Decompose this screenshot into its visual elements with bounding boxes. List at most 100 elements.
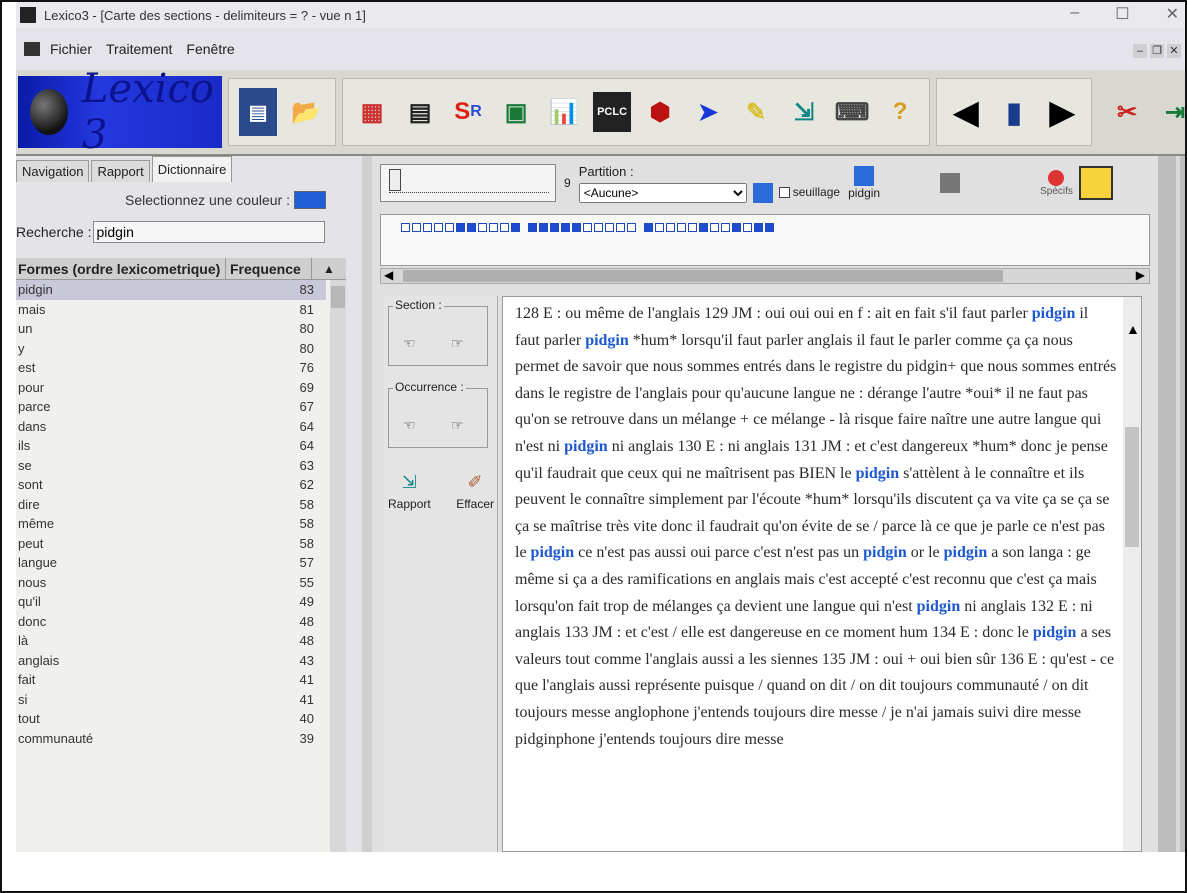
table-row[interactable]: pour 69 <box>16 378 326 398</box>
minimize-button[interactable]: – <box>1070 4 1079 24</box>
segments-icon[interactable]: SR <box>449 88 487 136</box>
highlighted-term[interactable]: pidgin <box>917 598 961 615</box>
close-button[interactable]: ✕ <box>1166 4 1179 24</box>
seuillage-checkbox[interactable] <box>778 186 790 198</box>
table-row[interactable]: donc 48 <box>16 612 326 632</box>
section-prev-icon[interactable]: ☜ <box>403 335 416 352</box>
scroll-right-icon[interactable]: ▶ <box>1136 268 1145 282</box>
tools-icon[interactable]: ✂ <box>1108 88 1146 136</box>
specifs-button[interactable]: Spécifs <box>1040 169 1073 197</box>
document-menu-icon[interactable] <box>24 42 40 56</box>
table-row[interactable]: peut 58 <box>16 534 326 554</box>
highlighted-term[interactable]: pidgin <box>1033 624 1077 641</box>
sections-map-icon[interactable]: ▦ <box>353 88 391 136</box>
text-scrollbar[interactable]: ▲ <box>1123 297 1141 851</box>
highlighted-term[interactable]: pidgin <box>863 544 907 561</box>
map-horizontal-scrollbar[interactable]: ◀ ▶ <box>380 268 1150 284</box>
section-square[interactable] <box>710 223 719 232</box>
section-square[interactable] <box>732 223 741 232</box>
rapport-button[interactable]: ⇲ Rapport <box>388 472 431 511</box>
mdi-close-button[interactable]: ✕ <box>1167 44 1181 58</box>
column-forms[interactable]: Formes (ordre lexicometrique) <box>16 258 226 279</box>
table-row[interactable]: qu'il 49 <box>16 592 326 612</box>
table-row[interactable]: dans 64 <box>16 417 326 437</box>
section-square[interactable] <box>401 223 410 232</box>
section-square[interactable] <box>500 223 509 232</box>
highlighted-term[interactable]: pidgin <box>585 332 629 349</box>
pclc-icon[interactable]: PCLC <box>593 92 632 132</box>
table-row[interactable]: tout 40 <box>16 709 326 729</box>
color-swatch[interactable] <box>294 191 326 209</box>
note-icon[interactable]: ✎ <box>737 88 775 136</box>
maximize-button[interactable]: ☐ <box>1115 4 1129 24</box>
clip-icon[interactable]: ⌨ <box>833 88 871 136</box>
mdi-minimize-button[interactable]: – <box>1133 44 1147 58</box>
section-square[interactable] <box>478 223 487 232</box>
section-square[interactable] <box>677 223 686 232</box>
scroll-up-icon[interactable]: ▲ <box>312 258 346 279</box>
table-row[interactable]: là 48 <box>16 631 326 651</box>
chart-icon[interactable]: 📊 <box>545 88 583 136</box>
calendar-icon[interactable]: ▤ <box>401 88 439 136</box>
mdi-restore-button[interactable]: ❐ <box>1150 44 1164 58</box>
section-square[interactable] <box>434 223 443 232</box>
granularity-slider[interactable] <box>380 164 556 202</box>
cube-icon[interactable]: ⬢ <box>641 88 679 136</box>
section-square[interactable] <box>754 223 763 232</box>
table-row[interactable]: pidgin 83 <box>16 280 326 300</box>
section-square[interactable] <box>644 223 653 232</box>
tab-navigation[interactable]: Navigation <box>16 160 90 182</box>
table-row[interactable]: si 41 <box>16 690 326 710</box>
section-square[interactable] <box>539 223 548 232</box>
table-row[interactable]: mais 81 <box>16 300 326 320</box>
section-square[interactable] <box>528 223 537 232</box>
section-square[interactable] <box>616 223 625 232</box>
highlighted-term[interactable]: pidgin <box>564 438 608 455</box>
table-row[interactable]: sont 62 <box>16 475 326 495</box>
pidgin-color[interactable] <box>854 166 875 186</box>
table-scrollbar[interactable] <box>330 280 346 852</box>
scroll-left-icon[interactable]: ◀ <box>384 268 393 282</box>
section-square[interactable] <box>721 223 730 232</box>
section-square[interactable] <box>583 223 592 232</box>
book-icon[interactable]: ▮ <box>995 88 1033 136</box>
table-row[interactable]: se 63 <box>16 456 326 476</box>
text-scroll-up-icon[interactable]: ▲ <box>1126 321 1140 337</box>
partition-select[interactable]: <Aucune> <box>578 182 747 203</box>
table-row[interactable]: même 58 <box>16 514 326 534</box>
section-square[interactable] <box>456 223 465 232</box>
section-square[interactable] <box>561 223 570 232</box>
export-icon[interactable]: ⇲ <box>785 88 823 136</box>
tab-dictionnaire[interactable]: Dictionnaire <box>151 156 233 182</box>
document-icon[interactable]: ▤ <box>239 88 278 136</box>
section-square[interactable] <box>489 223 498 232</box>
section-square[interactable] <box>467 223 476 232</box>
panel-splitter[interactable] <box>362 156 372 852</box>
table-row[interactable]: langue 57 <box>16 553 326 573</box>
occurrence-next-icon[interactable]: ☞ <box>451 417 464 434</box>
highlighted-term[interactable]: pidgin <box>531 544 575 561</box>
slider-knob[interactable] <box>389 169 401 191</box>
section-square[interactable] <box>445 223 454 232</box>
highlighted-term[interactable]: pidgin <box>944 544 988 561</box>
table-row[interactable]: fait 41 <box>16 670 326 690</box>
highlighted-term[interactable]: pidgin <box>856 465 900 482</box>
section-square[interactable] <box>423 223 432 232</box>
occurrence-prev-icon[interactable]: ☜ <box>403 417 416 434</box>
horizontal-scroll-thumb[interactable] <box>403 270 1003 282</box>
exit-door-icon[interactable]: ⇥ <box>1156 88 1185 136</box>
text-scroll-thumb[interactable] <box>1125 427 1139 547</box>
section-square[interactable] <box>511 223 520 232</box>
section-square[interactable] <box>412 223 421 232</box>
section-square[interactable] <box>688 223 697 232</box>
tab-rapport[interactable]: Rapport <box>91 160 150 182</box>
seuillage-option[interactable]: seuillage <box>778 185 840 199</box>
menu-traitement[interactable]: Traitement <box>106 41 172 57</box>
table-row[interactable]: y 80 <box>16 339 326 359</box>
section-square[interactable] <box>572 223 581 232</box>
section-square[interactable] <box>605 223 614 232</box>
grid-icon[interactable]: ▣ <box>497 88 535 136</box>
section-square[interactable] <box>627 223 636 232</box>
partition-apply-button[interactable] <box>752 183 773 203</box>
scroll-thumb[interactable] <box>331 286 345 308</box>
